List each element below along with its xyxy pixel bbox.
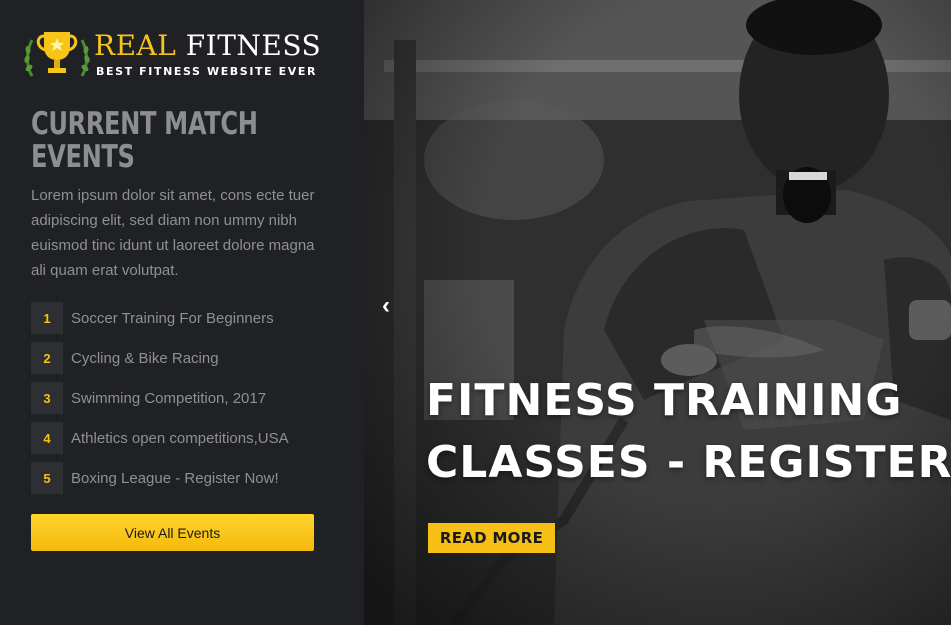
events-description: Lorem ipsum dolor sit amet, cons ecte tu…	[31, 187, 315, 279]
event-number-badge: 4	[31, 422, 63, 454]
event-item[interactable]: 5 Boxing League - Register Now!	[31, 462, 331, 494]
hero-title-line1: FITNESS TRAINING	[426, 375, 903, 426]
event-item[interactable]: 2 Cycling & Bike Racing	[31, 342, 331, 374]
chevron-left-icon[interactable]: ‹	[382, 292, 398, 320]
event-label[interactable]: Boxing League - Register Now!	[71, 470, 279, 487]
events-title-line2: EVENTS	[31, 139, 135, 175]
event-item[interactable]: 3 Swimming Competition, 2017	[31, 382, 331, 414]
event-number-badge: 1	[31, 302, 63, 334]
event-item[interactable]: 4 Athletics open competitions,USA	[31, 422, 331, 454]
brand-name-part1: REAL	[94, 29, 177, 62]
event-label[interactable]: Soccer Training For Beginners	[71, 310, 274, 327]
event-label[interactable]: Athletics open competitions,USA	[71, 430, 289, 447]
events-title: CURRENT MATCH EVENTS	[31, 108, 265, 174]
hero-title: FITNESS TRAINING CLASSES - REGISTER	[426, 370, 951, 494]
event-label[interactable]: Swimming Competition, 2017	[71, 390, 266, 407]
view-all-events-button[interactable]: View All Events	[31, 514, 314, 551]
events-list: 1 Soccer Training For Beginners 2 Cyclin…	[31, 302, 331, 502]
events-title-line1: CURRENT MATCH	[31, 106, 258, 142]
brand-name: REAL FITNESS	[94, 30, 321, 62]
sidebar: REAL FITNESS BEST FITNESS WEBSITE EVER C…	[0, 0, 364, 625]
brand-tagline: BEST FITNESS WEBSITE EVER	[96, 65, 318, 78]
site-logo[interactable]: REAL FITNESS BEST FITNESS WEBSITE EVER	[24, 28, 324, 82]
brand-name-part2: FITNESS	[185, 29, 322, 62]
trophy-icon	[24, 32, 90, 77]
hero-title-line2: CLASSES - REGISTER	[426, 437, 951, 488]
event-number-badge: 5	[31, 462, 63, 494]
event-label[interactable]: Cycling & Bike Racing	[71, 350, 219, 367]
read-more-button[interactable]: READ MORE	[428, 523, 555, 553]
event-number-badge: 3	[31, 382, 63, 414]
event-item[interactable]: 1 Soccer Training For Beginners	[31, 302, 331, 334]
event-number-badge: 2	[31, 342, 63, 374]
hero-slider: ‹ FITNESS TRAINING CLASSES - REGISTER RE…	[364, 0, 951, 625]
